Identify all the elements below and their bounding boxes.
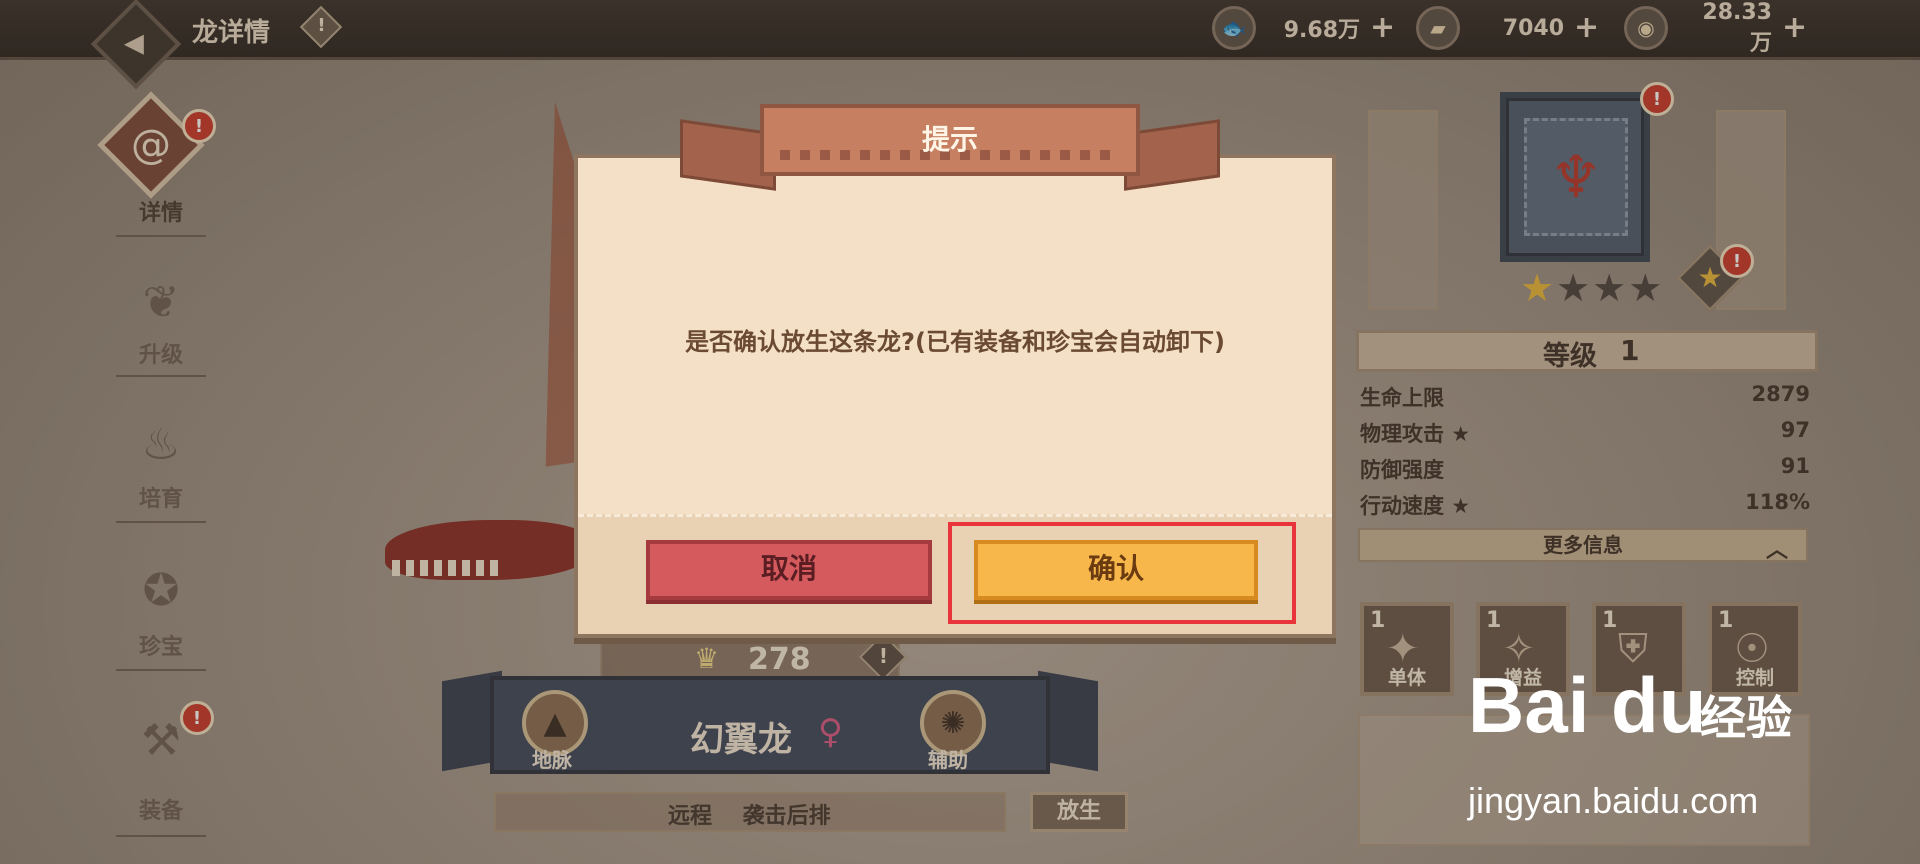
dialog-title: 提示	[921, 123, 978, 156]
dialog-message: 是否确认放生这条龙?(已有装备和珍宝会自动卸下)	[685, 328, 1225, 356]
baidu-watermark: Bai du 经验 jingyan.baidu.com	[1468, 660, 1848, 840]
cancel-button[interactable]: 取消	[646, 540, 932, 600]
watermark-url: jingyan.baidu.com	[1468, 780, 1759, 821]
baidu-logo: Bai du	[1468, 661, 1707, 749]
watermark-brand: 经验	[1700, 691, 1792, 745]
highlight-box	[948, 522, 1296, 624]
game-screen: 龙详情 ! 🐟 9.68万 + ▰ 7040 + ◉ 28.33万 + ◀ @ …	[0, 0, 1920, 864]
